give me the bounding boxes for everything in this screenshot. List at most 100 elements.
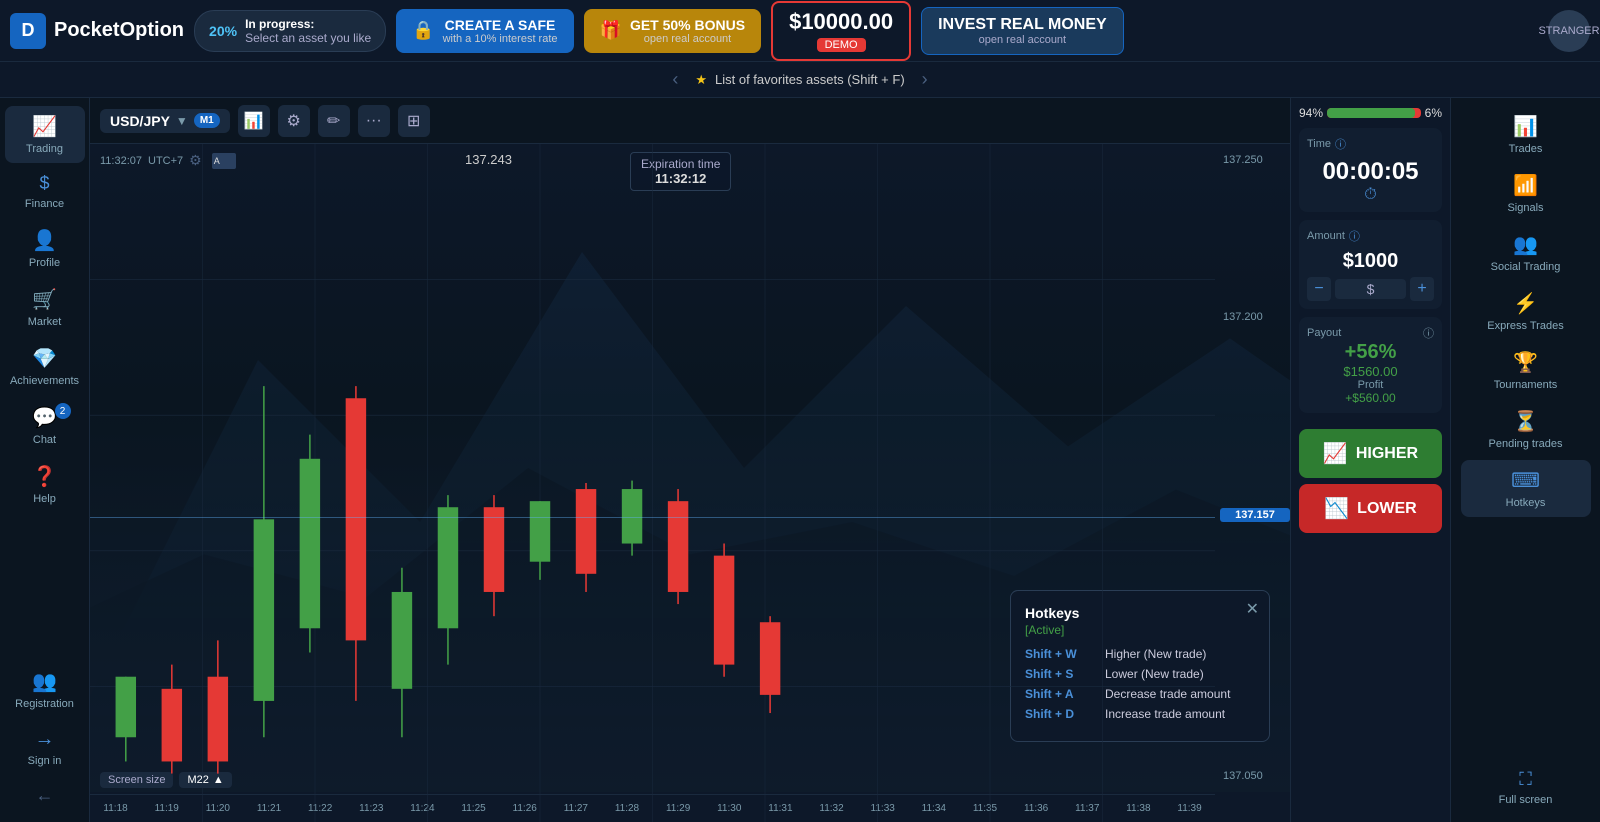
top-header: D PocketOption 20% In progress: Select a… bbox=[0, 0, 1600, 62]
time-info-icon[interactable]: ⓘ bbox=[1335, 136, 1346, 152]
achievements-label: Achievements bbox=[10, 375, 79, 387]
sidebar-item-signin[interactable]: → Sign in bbox=[5, 720, 85, 775]
right-nav-trades[interactable]: 📊 Trades bbox=[1461, 106, 1591, 163]
lower-label: LOWER bbox=[1357, 500, 1417, 518]
sidebar-item-trading[interactable]: 📈 Trading bbox=[5, 106, 85, 163]
progress-bar-fill bbox=[1327, 108, 1415, 118]
current-price-line bbox=[90, 517, 1215, 518]
main-layout: 📈 Trading $ Finance 👤 Profile 🛒 Market 💎… bbox=[0, 98, 1600, 822]
fav-bar-text: List of favorites assets (Shift + F) bbox=[715, 72, 905, 87]
sidebar-item-finance[interactable]: $ Finance bbox=[5, 165, 85, 218]
chart-draw-button[interactable]: ✏ bbox=[318, 105, 350, 137]
chat-badge: 2 bbox=[55, 403, 71, 419]
safe-btn-title: CREATE A SAFE bbox=[443, 17, 558, 33]
chart-more-button[interactable]: ··· bbox=[358, 105, 390, 137]
logo-icon: D bbox=[10, 13, 46, 49]
get-bonus-button[interactable]: 🎁 GET 50% BONUS open real account bbox=[584, 9, 762, 53]
progress-pct: 20% bbox=[209, 23, 237, 39]
chart-layout-button[interactable]: ⊞ bbox=[398, 105, 430, 137]
signin-icon: → bbox=[35, 728, 55, 751]
payout-section: Payout ⓘ +56% $1560.00 Profit +$560.00 bbox=[1299, 317, 1442, 413]
time-section: Time ⓘ 00:00:05 ⏱ bbox=[1299, 128, 1442, 212]
timeframe-badge: M1 bbox=[194, 113, 220, 128]
pending-trades-label: Pending trades bbox=[1489, 438, 1563, 450]
hotkeys-icon: ⌨ bbox=[1511, 468, 1540, 493]
social-trading-icon: 👥 bbox=[1513, 232, 1538, 257]
hotkeys-close-button[interactable]: ✕ bbox=[1246, 599, 1259, 619]
fav-prev-arrow[interactable]: ‹ bbox=[663, 69, 687, 90]
profit-label: Profit bbox=[1307, 379, 1434, 391]
create-safe-button[interactable]: 🔒 CREATE A SAFE with a 10% interest rate bbox=[396, 9, 573, 53]
sidebar-item-registration[interactable]: 👥 Registration bbox=[5, 661, 85, 718]
trade-progress-bar: 94% 6% bbox=[1299, 106, 1442, 120]
demo-balance[interactable]: $10000.00 DEMO bbox=[771, 1, 911, 61]
signals-label: Signals bbox=[1507, 202, 1543, 214]
payout-info-icon[interactable]: ⓘ bbox=[1423, 325, 1434, 341]
clock-icon[interactable]: ⏱ bbox=[1307, 186, 1434, 204]
profit-value: +$560.00 bbox=[1307, 391, 1434, 405]
bonus-btn-sub: open real account bbox=[630, 33, 745, 45]
sidebar-item-help[interactable]: ❓ Help bbox=[5, 456, 85, 513]
avatar[interactable]: STRANGER bbox=[1548, 10, 1590, 52]
profile-label: Profile bbox=[29, 257, 60, 269]
right-nav-signals[interactable]: 📶 Signals bbox=[1461, 165, 1591, 222]
sidebar-item-profile[interactable]: 👤 Profile bbox=[5, 220, 85, 277]
express-trades-icon: ⚡ bbox=[1513, 291, 1538, 316]
fav-next-arrow[interactable]: › bbox=[913, 69, 937, 90]
trades-icon: 📊 bbox=[1513, 114, 1538, 139]
right-nav-social-trading[interactable]: 👥 Social Trading bbox=[1461, 224, 1591, 281]
chart-toolbar: USD/JPY ▼ M1 📊 ⚙ ✏ ··· ⊞ bbox=[90, 98, 1290, 144]
chart-content: 11:32:07 UTC+7 ⚙ A 137.243 Expiration ti… bbox=[90, 144, 1290, 822]
chat-label: Chat bbox=[33, 434, 56, 446]
back-icon: ← bbox=[36, 785, 54, 806]
right-nav-hotkeys[interactable]: ⌨ Hotkeys bbox=[1461, 460, 1591, 517]
amount-info-icon[interactable]: ⓘ bbox=[1349, 228, 1360, 244]
amount-decrease-button[interactable]: − bbox=[1307, 277, 1331, 301]
asset-name: USD/JPY bbox=[110, 113, 170, 129]
fullscreen-label: Full screen bbox=[1499, 794, 1553, 806]
fav-star-icon: ★ bbox=[695, 72, 707, 88]
right-nav-pending-trades[interactable]: ⏳ Pending trades bbox=[1461, 401, 1591, 458]
finance-icon: $ bbox=[39, 173, 49, 194]
amount-increase-button[interactable]: + bbox=[1410, 277, 1434, 301]
payout-amount: $1560.00 bbox=[1307, 364, 1434, 379]
signals-icon: 📶 bbox=[1513, 173, 1538, 198]
invest-title: INVEST REAL MONEY bbox=[938, 16, 1107, 34]
progress-badge: 20% In progress: Select an asset you lik… bbox=[194, 10, 386, 52]
balance-amount: $10000.00 bbox=[789, 9, 893, 35]
chart-settings-button[interactable]: ⚙ bbox=[278, 105, 310, 137]
amount-section-label: Amount bbox=[1307, 230, 1345, 242]
left-sidebar: 📈 Trading $ Finance 👤 Profile 🛒 Market 💎… bbox=[0, 98, 90, 822]
logo-area: D PocketOption bbox=[10, 13, 184, 49]
lower-button[interactable]: 📉 LOWER bbox=[1299, 484, 1442, 533]
right-nav-tournaments[interactable]: 🏆 Tournaments bbox=[1461, 342, 1591, 399]
registration-icon: 👥 bbox=[32, 669, 57, 694]
chart-stats-button[interactable]: 📊 bbox=[238, 105, 270, 137]
help-label: Help bbox=[33, 493, 56, 505]
trading-icon: 📈 bbox=[32, 114, 57, 139]
invest-sub: open real account bbox=[938, 34, 1107, 46]
progress-title: In progress: bbox=[245, 17, 371, 31]
higher-label: HIGHER bbox=[1356, 445, 1418, 463]
price-level-1: 137.250 bbox=[1223, 154, 1282, 166]
sidebar-item-chat[interactable]: 💬 Chat 2 bbox=[5, 397, 85, 454]
tournaments-label: Tournaments bbox=[1494, 379, 1558, 391]
sidebar-item-achievements[interactable]: 💎 Achievements bbox=[5, 338, 85, 395]
market-label: Market bbox=[28, 316, 62, 328]
payout-percentage: +56% bbox=[1307, 341, 1434, 364]
hotkeys-label: Hotkeys bbox=[1506, 497, 1546, 509]
right-nav-express-trades[interactable]: ⚡ Express Trades bbox=[1461, 283, 1591, 340]
sidebar-back-arrow[interactable]: ← bbox=[5, 777, 85, 814]
right-nav-fullscreen[interactable]: ⛶ Full screen bbox=[1461, 761, 1591, 814]
time-display: 00:00:05 bbox=[1307, 158, 1434, 186]
dropdown-icon: ▼ bbox=[176, 114, 188, 128]
higher-button[interactable]: 📈 HIGHER bbox=[1299, 429, 1442, 478]
sidebar-item-market[interactable]: 🛒 Market bbox=[5, 279, 85, 336]
amount-section: Amount ⓘ $1000 − $ + bbox=[1299, 220, 1442, 309]
progress-left-label: 94% bbox=[1299, 106, 1323, 120]
asset-selector[interactable]: USD/JPY ▼ M1 bbox=[100, 109, 230, 133]
invest-real-money-button[interactable]: INVEST REAL MONEY open real account bbox=[921, 7, 1124, 55]
trades-label: Trades bbox=[1509, 143, 1543, 155]
demo-label: DEMO bbox=[817, 38, 866, 52]
higher-chart-icon: 📈 bbox=[1323, 441, 1348, 466]
